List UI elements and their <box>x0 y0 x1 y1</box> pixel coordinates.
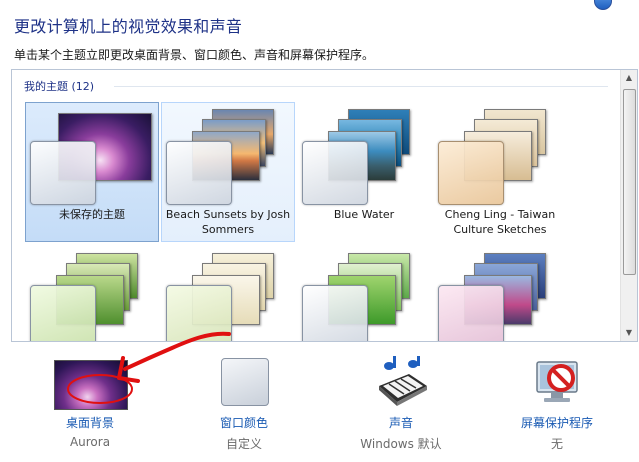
window-color-swatch <box>438 141 504 205</box>
theme-tile-row2-1[interactable] <box>25 246 159 341</box>
window-color-swatch <box>166 141 232 205</box>
sounds-value: Windows 默认 <box>360 437 442 451</box>
theme-name: Cheng Ling - Taiwan Culture Sketches <box>444 208 556 236</box>
themes-list[interactable]: 我的主题 (12) 未保存的主题 Beach Sunsets by Josh S… <box>11 69 638 342</box>
help-icon[interactable] <box>594 0 612 10</box>
page-description: 单击某个主题立即更改桌面背景、窗口颜色、声音和屏幕保护程序。 <box>14 48 375 62</box>
sounds-setting[interactable]: 声音 Windows 默认 <box>341 356 461 456</box>
sound-keyboard-icon[interactable] <box>375 356 429 408</box>
page-title: 更改计算机上的视觉效果和声音 <box>14 17 243 36</box>
desktop-background-link[interactable]: 桌面背景 <box>30 414 150 431</box>
screensaver-disabled-icon[interactable] <box>531 356 583 408</box>
scroll-down-icon[interactable]: ▼ <box>621 325 637 341</box>
window-color-swatch <box>302 141 368 205</box>
screensaver-setting[interactable]: 屏幕保护程序 无 <box>497 356 617 456</box>
theme-tile-cheng-ling[interactable]: Cheng Ling - Taiwan Culture Sketches <box>433 102 567 242</box>
group-header-my-themes: 我的主题 (12) <box>24 80 95 93</box>
group-divider <box>114 86 608 87</box>
desktop-background-value: Aurora <box>69 435 111 449</box>
window-color-value: 自定义 <box>225 437 262 451</box>
window-color-swatch <box>302 285 368 341</box>
screensaver-value: 无 <box>550 437 563 451</box>
scroll-thumb[interactable] <box>623 89 636 275</box>
theme-tile-row2-4[interactable] <box>433 246 567 341</box>
window-color-swatch <box>30 285 96 341</box>
desktop-background-setting[interactable]: 桌面背景 Aurora <box>30 356 150 456</box>
theme-name: Beach Sunsets by Josh Sommers <box>165 208 291 236</box>
window-color-link[interactable]: 窗口颜色 <box>184 414 304 431</box>
screensaver-link[interactable]: 屏幕保护程序 <box>497 414 617 431</box>
theme-name: 未保存的主题 <box>59 208 125 221</box>
window-color-swatch <box>30 141 96 205</box>
window-color-icon[interactable] <box>221 358 269 406</box>
theme-tile-blue-water[interactable]: Blue Water <box>297 102 431 242</box>
window-color-swatch <box>438 285 504 341</box>
theme-name: Blue Water <box>333 208 395 221</box>
theme-tile-row2-3[interactable] <box>297 246 431 341</box>
vertical-scrollbar[interactable]: ▲ ▼ <box>620 70 637 341</box>
desktop-background-thumbnail[interactable] <box>54 360 128 410</box>
sounds-link[interactable]: 声音 <box>341 414 461 431</box>
theme-tile-row2-2[interactable] <box>161 246 295 341</box>
window-color-setting[interactable]: 窗口颜色 自定义 <box>184 356 304 456</box>
window-color-swatch <box>166 285 232 341</box>
theme-tile-unsaved[interactable]: 未保存的主题 <box>25 102 159 242</box>
theme-tile-beach-sunsets[interactable]: Beach Sunsets by Josh Sommers <box>161 102 295 242</box>
scroll-up-icon[interactable]: ▲ <box>621 70 637 86</box>
